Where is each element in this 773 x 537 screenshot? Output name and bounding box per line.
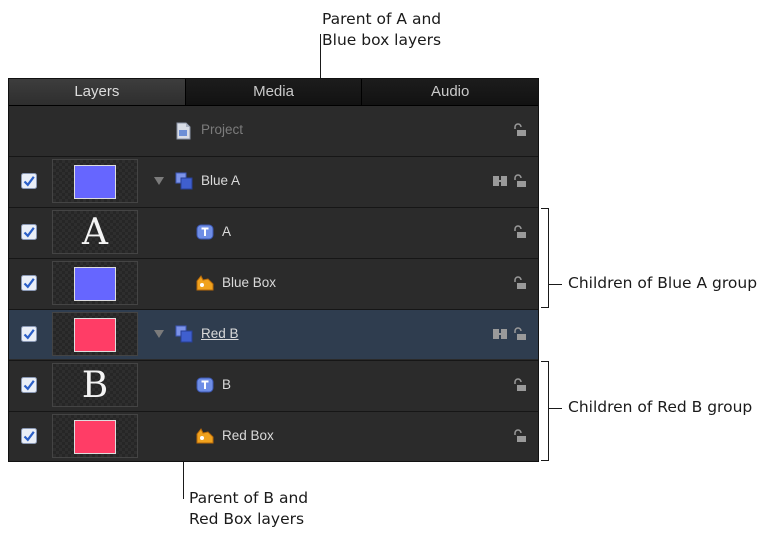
project-label: Project [201, 122, 244, 137]
layer-row-blue-box[interactable]: Blue Box [9, 258, 538, 308]
layer-name[interactable]: Blue Box [222, 259, 276, 307]
layer-row-red-b[interactable]: Red B [9, 309, 538, 359]
visibility-checkbox[interactable] [21, 173, 37, 189]
panel-tabs: Layers Media Audio [9, 79, 538, 106]
link-icon[interactable] [493, 329, 507, 339]
visibility-checkbox[interactable] [21, 326, 37, 342]
bracket-blue-children-v [548, 208, 549, 308]
lock-icon[interactable] [513, 327, 526, 341]
project-row[interactable]: Project [9, 106, 538, 156]
lock-icon[interactable] [513, 429, 526, 443]
layer-name[interactable]: Blue A [201, 157, 240, 205]
tab-audio[interactable]: Audio [362, 79, 538, 105]
visibility-checkbox[interactable] [21, 377, 37, 393]
link-icon[interactable] [493, 176, 507, 186]
bracket-red-children-tick [548, 408, 562, 409]
callout-parent-b-line1: Parent of B and [189, 489, 309, 507]
layer-row-red-box[interactable]: Red Box [9, 411, 538, 461]
visibility-checkbox[interactable] [21, 224, 37, 240]
shape-layer-icon [196, 275, 214, 291]
callout-parent-a-line2: Blue box layers [322, 31, 442, 49]
layer-thumbnail [52, 414, 138, 458]
lock-icon[interactable] [513, 174, 526, 188]
color-swatch [74, 318, 116, 352]
thumbnail-letter: A [82, 212, 108, 253]
project-icon [176, 122, 191, 140]
callout-children-red: Children of Red B group [568, 398, 753, 416]
lock-icon[interactable] [513, 225, 526, 239]
callout-children-blue: Children of Blue A group [568, 274, 758, 292]
layer-row-b[interactable]: BB [9, 360, 538, 410]
callout-parent-b: Parent of B and Red Box layers [189, 488, 308, 530]
bracket-blue-children-tick [548, 284, 562, 285]
layer-row-blue-a[interactable]: Blue A [9, 156, 538, 206]
lock-icon[interactable] [513, 276, 526, 290]
disclosure-triangle-icon[interactable] [154, 177, 164, 185]
tab-layers[interactable]: Layers [9, 79, 186, 105]
layer-name[interactable]: Red Box [222, 412, 274, 460]
bracket-red-children-v [548, 361, 549, 461]
layer-thumbnail [52, 159, 138, 203]
layer-name[interactable]: B [222, 361, 231, 409]
lock-icon[interactable] [513, 378, 526, 392]
callout-parent-a: Parent of A and Blue box layers [322, 9, 441, 51]
tab-media[interactable]: Media [186, 79, 363, 105]
group-icon [175, 172, 193, 190]
layer-thumbnail: A [52, 210, 138, 254]
layer-name[interactable]: Red B [201, 310, 239, 358]
text-layer-icon [196, 224, 214, 240]
visibility-checkbox[interactable] [21, 428, 37, 444]
layers-panel: Layers Media Audio Project Blue A AA Blu… [8, 78, 539, 462]
text-layer-icon [196, 377, 214, 393]
disclosure-triangle-icon[interactable] [154, 330, 164, 338]
layer-thumbnail: B [52, 363, 138, 407]
visibility-checkbox[interactable] [21, 275, 37, 291]
group-icon [175, 325, 193, 343]
layer-name[interactable]: A [222, 208, 231, 256]
layer-thumbnail [52, 312, 138, 356]
color-swatch [74, 267, 116, 301]
bracket-blue-children-b [541, 307, 549, 308]
color-swatch [74, 420, 116, 454]
shape-layer-icon [196, 428, 214, 444]
layer-row-a[interactable]: AA [9, 207, 538, 257]
callout-parent-a-line1: Parent of A and [322, 10, 442, 28]
lock-icon[interactable] [513, 123, 526, 137]
color-swatch [74, 165, 116, 199]
callout-parent-b-line2: Red Box layers [189, 510, 305, 528]
layer-thumbnail [52, 261, 138, 305]
bracket-red-children-b [541, 460, 549, 461]
thumbnail-letter: B [81, 365, 109, 406]
